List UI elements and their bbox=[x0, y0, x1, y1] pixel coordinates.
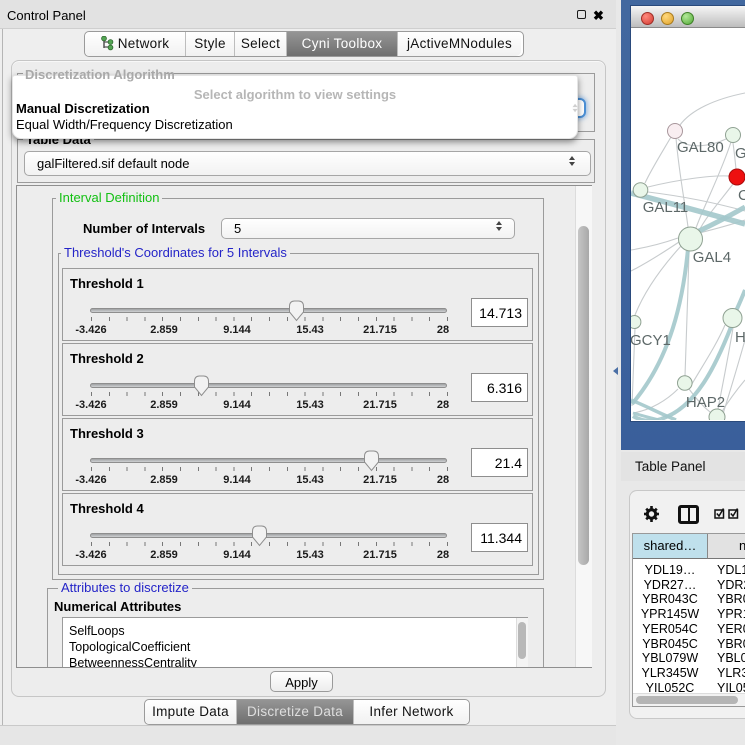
svg-text:GCY1: GCY1 bbox=[631, 332, 671, 349]
svg-text:GAL11: GAL11 bbox=[643, 199, 689, 216]
svg-text:H: H bbox=[735, 329, 745, 346]
svg-text:GAL80: GAL80 bbox=[677, 139, 724, 156]
svg-text:HAP2: HAP2 bbox=[686, 394, 725, 411]
svg-text:G: G bbox=[735, 145, 745, 162]
svg-text:C: C bbox=[738, 187, 745, 204]
svg-text:GAL4: GAL4 bbox=[693, 249, 731, 266]
